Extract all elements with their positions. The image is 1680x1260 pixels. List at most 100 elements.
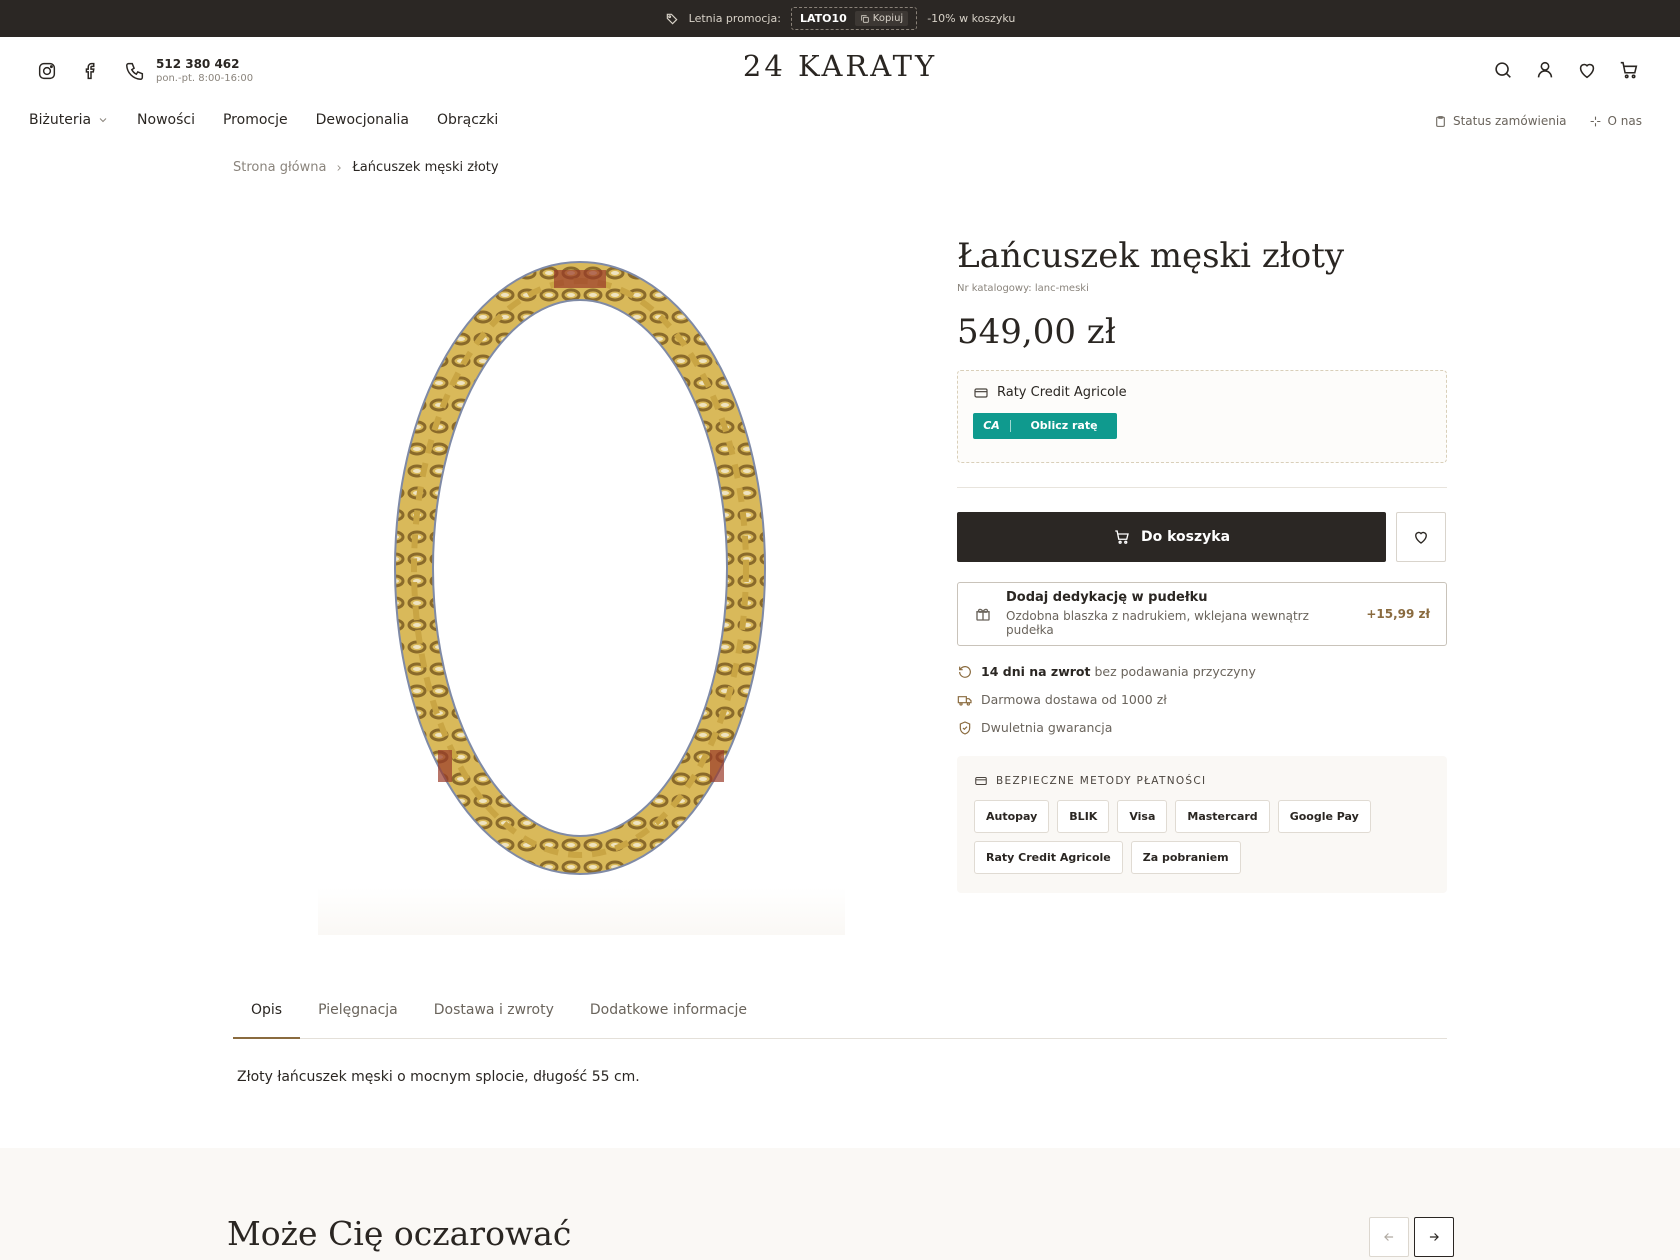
- cart-icon[interactable]: [1618, 59, 1640, 81]
- payment-chip-visa: Visa: [1117, 799, 1168, 833]
- shield-icon: [959, 721, 971, 735]
- copy-code-label: Kopiuj: [872, 13, 904, 24]
- feature-delivery: Darmowa dostawa od 1000 zł: [957, 692, 1447, 708]
- copy-code-button[interactable]: Kopiuj: [854, 11, 909, 26]
- feature-return-text: bez podawania przyczyny: [1090, 664, 1256, 680]
- promo-code-box[interactable]: LATO10 Kopiuj: [790, 7, 918, 30]
- payment-chips: Autopay BLIK Visa Mastercard Google Pay …: [974, 799, 1414, 874]
- cart-row: Do koszyka: [957, 511, 1447, 562]
- promo-bar: Letnia promocja: LATO10 Kopiuj -10% w ko…: [0, 0, 1680, 37]
- calculate-installment-label: Oblicz ratę: [1030, 419, 1098, 433]
- nav-item-nowosci[interactable]: Nowości: [137, 112, 195, 128]
- product-tabs: Opis Pielęgnacja Dostawa i zwroty Dodatk…: [233, 995, 1447, 1039]
- nav-item-bizuteria[interactable]: Biżuteria: [29, 112, 109, 128]
- payment-chip-autopay: Autopay: [974, 799, 1050, 833]
- payment-chip-blik: BLIK: [1057, 799, 1110, 833]
- wishlist-button[interactable]: [1396, 511, 1446, 562]
- secondary-nav: Status zamówienia O nas: [1434, 114, 1642, 128]
- arrow-left-icon: [1384, 1233, 1394, 1241]
- heart-icon: [1415, 531, 1427, 544]
- divider: [957, 486, 1447, 488]
- instagram-icon[interactable]: [36, 60, 58, 82]
- image-floor-shade: [318, 887, 845, 935]
- carousel-next-button[interactable]: [1414, 1217, 1454, 1257]
- gold-chain-illustration: [394, 261, 766, 875]
- nav-about[interactable]: O nas: [1589, 114, 1642, 128]
- phone-number: 512 380 462: [156, 57, 240, 71]
- nav-order-status-label: Status zamówienia: [1452, 114, 1567, 128]
- clipboard-icon: [1436, 115, 1445, 127]
- promo-code: LATO10: [799, 12, 847, 25]
- related-title: Może Cię oczarować: [227, 1214, 572, 1253]
- card-icon: [974, 388, 988, 398]
- cart-icon: [1115, 530, 1129, 544]
- feature-return: 14 dni na zwrot bez podawania przyczyny: [957, 664, 1447, 680]
- breadcrumb-current: Łańcuszek męski złoty: [352, 160, 499, 175]
- tag-icon: [666, 13, 678, 24]
- credit-agricole-logo: CA: [973, 419, 1011, 432]
- nav-item-obraczki[interactable]: Obrączki: [437, 112, 498, 128]
- payment-title: BEZPIECZNE METODY PŁATNOŚCI: [974, 774, 1430, 788]
- card-icon: [975, 776, 987, 785]
- payment-methods: BEZPIECZNE METODY PŁATNOŚCI Autopay BLIK…: [957, 755, 1447, 893]
- dedication-price: +15,99 zł: [1366, 606, 1430, 621]
- facebook-icon[interactable]: [80, 60, 102, 82]
- nav-item-promocje[interactable]: Promocje: [223, 112, 288, 128]
- tab-dodatkowe[interactable]: Dodatkowe informacje: [572, 995, 765, 1039]
- header-actions: [1492, 59, 1640, 81]
- search-icon[interactable]: [1492, 59, 1514, 81]
- nav-item-label: Biżuteria: [29, 112, 92, 128]
- add-to-cart-label: Do koszyka: [1140, 528, 1231, 545]
- chevron-down-icon: [99, 118, 107, 123]
- dedication-subtitle: Ozdobna blaszka z nadrukiem, wklejana we…: [1006, 609, 1309, 638]
- payment-title-label: BEZPIECZNE METODY PŁATNOŚCI: [996, 774, 1207, 787]
- tab-dostawa[interactable]: Dostawa i zwroty: [416, 995, 572, 1039]
- product-title: Łańcuszek męski złoty: [957, 236, 1345, 276]
- feature-list: 14 dni na zwrot bez podawania przyczyny …: [957, 664, 1447, 736]
- truck-icon: [957, 695, 972, 706]
- header-contact: 512 380 462 pon.-pt. 8:00-16:00: [36, 57, 253, 84]
- return-icon: [959, 665, 971, 678]
- promo-label: Letnia promocja:: [688, 12, 781, 25]
- logo[interactable]: 24 KARATY: [740, 49, 940, 83]
- credit-title: Raty Credit Agricole: [973, 385, 1431, 401]
- add-to-cart-button[interactable]: Do koszyka: [957, 511, 1386, 562]
- related-section: Może Cię oczarować: [0, 1148, 1680, 1260]
- gift-icon: [976, 608, 990, 621]
- credit-title-label: Raty Credit Agricole: [997, 385, 1127, 401]
- feature-warranty-label: Dwuletnia gwarancja: [981, 720, 1113, 736]
- catalog-number: Nr katalogowy: lanc-meski: [957, 282, 1089, 294]
- feature-delivery-label: Darmowa dostawa od 1000 zł: [981, 692, 1167, 708]
- dedication-option[interactable]: Dodaj dedykację w pudełku Ozdobna blaszk…: [957, 581, 1447, 646]
- promo-discount: -10% w koszyku: [927, 12, 1016, 25]
- nav-about-label: O nas: [1607, 114, 1642, 128]
- heart-icon[interactable]: [1576, 59, 1598, 81]
- copy-icon: [861, 14, 869, 23]
- product-price: 549,00 zł: [957, 311, 1116, 352]
- dedication-title: Dodaj dedykację w pudełku: [1006, 590, 1208, 606]
- product-image[interactable]: [318, 240, 845, 935]
- payment-chip-cash-on-delivery: Za pobraniem: [1130, 840, 1241, 874]
- credit-box: Raty Credit Agricole CA Oblicz ratę: [957, 369, 1447, 463]
- arrow-right-icon: [1429, 1233, 1439, 1241]
- payment-chip-google-pay: Google Pay: [1277, 799, 1371, 833]
- nav-item-dewocjonalia[interactable]: Dewocjonalia: [316, 112, 409, 128]
- header: 512 380 462 pon.-pt. 8:00-16:00 24 KARAT…: [0, 37, 1680, 103]
- main-nav: Biżuteria Nowości Promocje Dewocjonalia …: [29, 112, 498, 128]
- carousel-prev-button[interactable]: [1369, 1217, 1409, 1257]
- calculate-installment-button[interactable]: CA Oblicz ratę: [973, 412, 1117, 439]
- dedication-text: Dodaj dedykację w pudełku Ozdobna blaszk…: [1006, 590, 1352, 637]
- tab-opis[interactable]: Opis: [233, 995, 301, 1039]
- sparkle-icon: [1590, 116, 1600, 126]
- phone-block[interactable]: 512 380 462 pon.-pt. 8:00-16:00: [124, 57, 253, 84]
- feature-return-bold: 14 dni na zwrot: [981, 664, 1091, 680]
- nav-order-status[interactable]: Status zamówienia: [1434, 114, 1567, 128]
- payment-chip-mastercard: Mastercard: [1175, 799, 1270, 833]
- tab-pielegnacja[interactable]: Pielęgnacja: [300, 995, 416, 1039]
- breadcrumb-home[interactable]: Strona główna: [233, 160, 326, 175]
- tab-description: Złoty łańcuszek męski o mocnym splocie, …: [237, 1069, 640, 1085]
- product-details: Łańcuszek męski złoty Nr katalogowy: lan…: [957, 236, 1447, 893]
- user-icon[interactable]: [1534, 59, 1556, 81]
- phone-hours: pon.-pt. 8:00-16:00: [156, 73, 254, 84]
- payment-chip-credit-agricole: Raty Credit Agricole: [974, 840, 1123, 874]
